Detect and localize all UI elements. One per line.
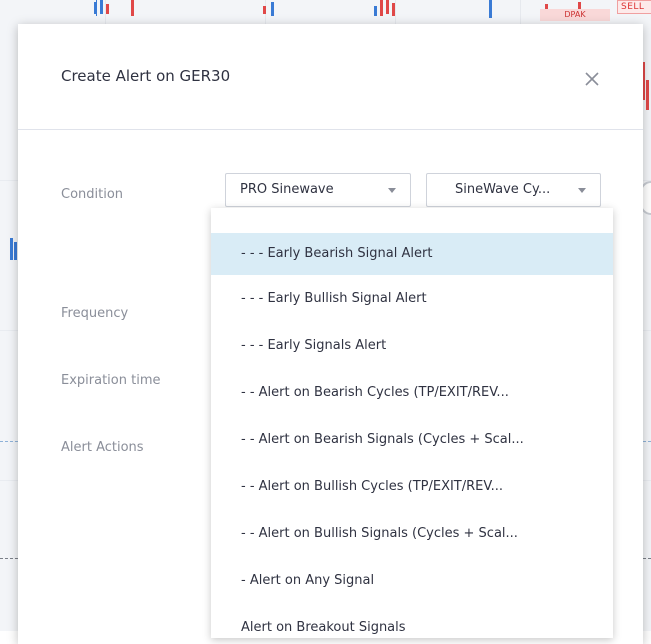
condition-indicator-value: PRO Sinewave bbox=[240, 182, 334, 197]
candle bbox=[380, 0, 383, 16]
candle bbox=[14, 242, 17, 260]
condition-label: Condition bbox=[61, 187, 124, 202]
candle bbox=[106, 4, 109, 14]
candle bbox=[386, 0, 389, 14]
dropdown-option[interactable]: - - - Early Bullish Signal Alert bbox=[211, 278, 613, 320]
candle bbox=[131, 0, 134, 16]
candle bbox=[263, 6, 266, 14]
dropdown-option[interactable]: - - - Early Signals Alert bbox=[211, 325, 613, 367]
candle bbox=[374, 6, 377, 16]
candle bbox=[392, 3, 395, 16]
dialog-title: Create Alert on GER30 bbox=[61, 67, 231, 85]
candle bbox=[10, 238, 13, 260]
frequency-label: Frequency bbox=[61, 306, 129, 321]
alert-actions-label: Alert Actions bbox=[61, 440, 144, 455]
condition-plot-select[interactable]: SineWave Cy... bbox=[426, 173, 601, 207]
dropdown-option[interactable]: - - - Early Bearish Signal Alert bbox=[211, 233, 613, 275]
dropdown-option[interactable]: - - Alert on Bullish Signals (Cycles + S… bbox=[211, 513, 613, 555]
condition-indicator-select[interactable]: PRO Sinewave bbox=[225, 173, 411, 207]
condition-plot-value: SineWave Cy... bbox=[455, 182, 551, 197]
candle bbox=[100, 0, 103, 14]
dropdown-option[interactable]: - - Alert on Bearish Signals (Cycles + S… bbox=[211, 419, 613, 461]
chart-tag-dpak: DPAK bbox=[540, 9, 610, 21]
chart-tag-sell: SELL bbox=[617, 0, 651, 14]
candle bbox=[271, 2, 274, 16]
candle bbox=[489, 0, 492, 18]
dropdown-option[interactable]: - - Alert on Bearish Cycles (TP/EXIT/REV… bbox=[211, 372, 613, 414]
close-icon bbox=[585, 72, 599, 86]
dropdown-option[interactable]: - Alert on Any Signal bbox=[211, 560, 613, 602]
candle bbox=[646, 80, 649, 110]
close-button[interactable] bbox=[581, 68, 603, 90]
dropdown-option[interactable]: Alert on Breakout Signals bbox=[211, 607, 613, 638]
condition-dropdown-menu: - - - Early Bearish Signal Alert - - - E… bbox=[211, 208, 613, 638]
expiration-label: Expiration time bbox=[61, 373, 161, 388]
candle bbox=[94, 2, 97, 14]
dialog-header: Create Alert on GER30 bbox=[18, 24, 643, 130]
chevron-down-icon bbox=[578, 188, 586, 193]
dropdown-option[interactable]: - - Alert on Bullish Cycles (TP/EXIT/REV… bbox=[211, 466, 613, 508]
chevron-down-icon bbox=[388, 188, 396, 193]
